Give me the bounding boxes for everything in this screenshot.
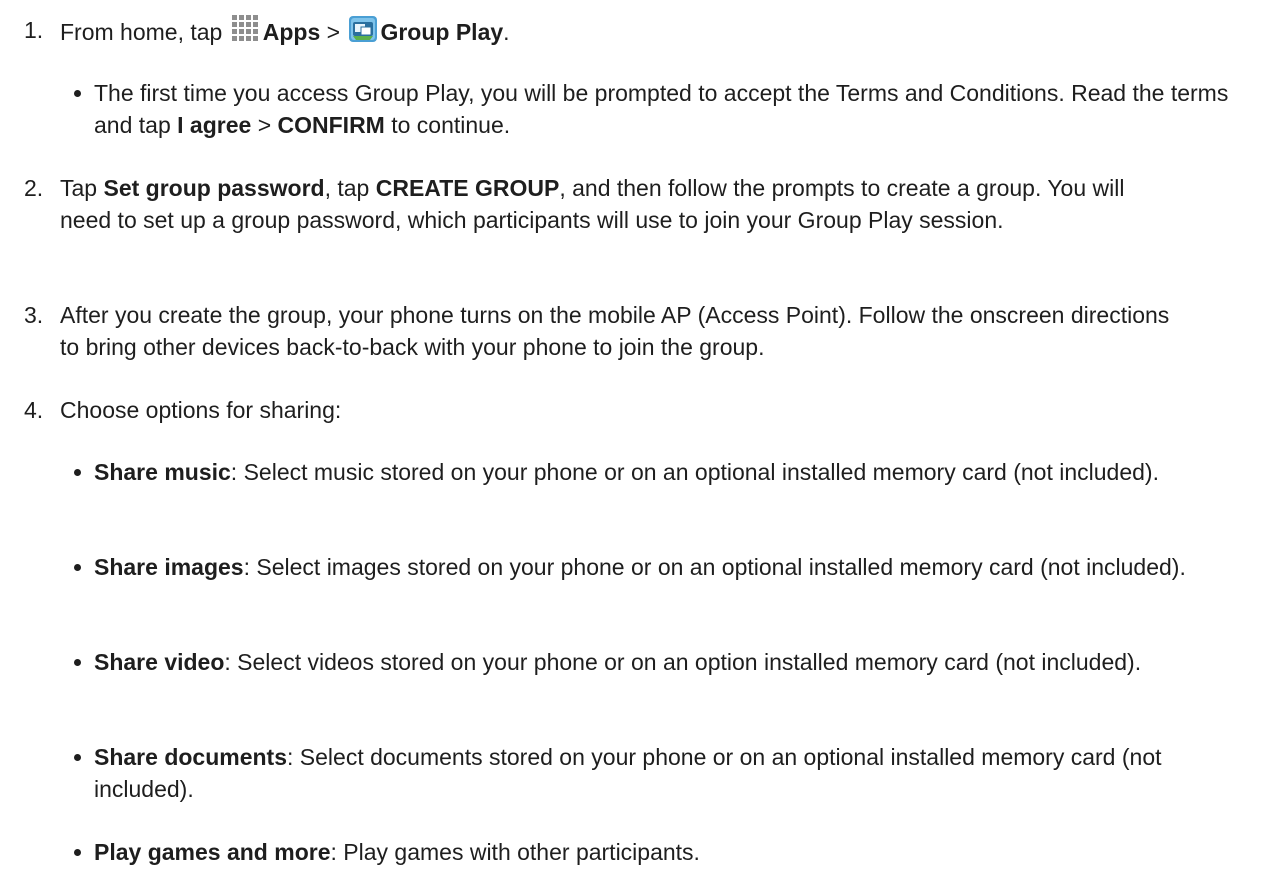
step-number: 3. <box>24 302 44 328</box>
list-item-text: Play games and more: Play games with oth… <box>94 836 1244 868</box>
instructions-document: 1. From home, tap Apps > Group Play. The… <box>0 0 1266 880</box>
apps-grid-icon <box>231 15 258 41</box>
create-group-label: CREATE GROUP <box>375 175 560 201</box>
step-number: 4. <box>24 397 44 423</box>
step-text-mid: , tap <box>324 175 370 201</box>
confirm-label: CONFIRM <box>277 112 385 138</box>
option-term: Share music <box>94 459 231 485</box>
option-term: Share video <box>94 649 225 675</box>
list-item-text: The first time you access Group Play, yo… <box>94 77 1244 141</box>
step-text: Tap Set group password, tap CREATE GROUP… <box>60 172 1180 236</box>
period: . <box>503 19 510 45</box>
option-description: : Select music stored on your phone or o… <box>230 459 1159 485</box>
bullet-dot <box>74 659 81 666</box>
step-text-lead: Tap <box>60 175 98 201</box>
bullet-text-end: to continue. <box>391 112 511 138</box>
bullet-dot <box>74 90 81 97</box>
list-item-text: Share video: Select videos stored on you… <box>94 646 1244 678</box>
option-description: : Select images stored on your phone or … <box>243 554 1186 580</box>
i-agree-label: I agree <box>177 112 252 138</box>
option-term: Share documents <box>94 744 287 770</box>
list-item-text: Share documents: Select documents stored… <box>94 741 1244 805</box>
step-text: From home, tap Apps > Group Play. <box>60 14 1180 48</box>
separator: > <box>257 112 272 138</box>
step-number: 2. <box>24 175 44 201</box>
list-item-text: Share music: Select music stored on your… <box>94 456 1244 488</box>
option-term: Play games and more <box>94 839 331 865</box>
step-number: 1. <box>24 17 44 43</box>
bullet-dot <box>74 849 81 856</box>
bullet-dot <box>74 564 81 571</box>
step-text-lead: From home, tap <box>60 19 223 45</box>
step-text: After you create the group, your phone t… <box>60 302 1170 360</box>
step-text: Choose options for sharing: <box>60 397 342 423</box>
bullet-dot <box>74 469 81 476</box>
group-play-app-icon <box>349 16 378 42</box>
set-group-password-label: Set group password <box>103 175 325 201</box>
bullet-dot <box>74 754 81 761</box>
option-description: : Play games with other participants. <box>330 839 700 865</box>
option-term: Share images <box>94 554 244 580</box>
apps-label: Apps <box>262 19 321 45</box>
separator: > <box>326 19 341 45</box>
option-description: : Select videos stored on your phone or … <box>224 649 1142 675</box>
group-play-label: Group Play <box>380 19 504 45</box>
list-item-text: Share images: Select images stored on yo… <box>94 551 1244 583</box>
